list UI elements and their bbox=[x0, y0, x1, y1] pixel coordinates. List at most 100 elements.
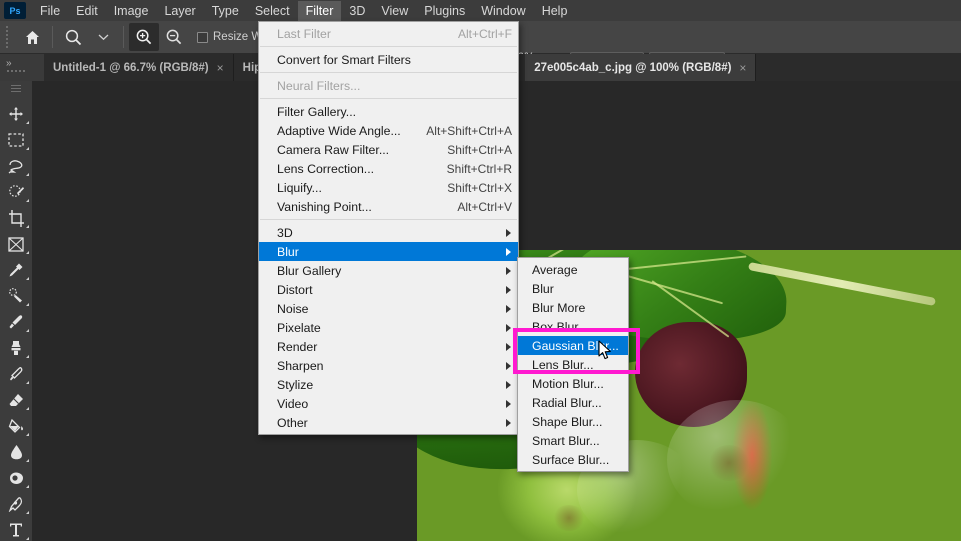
menu-item-camera-raw-filter[interactable]: Camera Raw Filter... Shift+Ctrl+A bbox=[259, 140, 518, 159]
close-icon[interactable]: × bbox=[217, 61, 224, 75]
healing-brush-tool[interactable] bbox=[0, 283, 32, 309]
eyedropper-tool[interactable] bbox=[0, 257, 32, 283]
tool-more-corner bbox=[26, 277, 29, 280]
move-tool[interactable] bbox=[0, 101, 32, 127]
checkbox-box[interactable] bbox=[197, 31, 208, 43]
menu-item-adaptive-wide-angle[interactable]: Adaptive Wide Angle... Alt+Shift+Ctrl+A bbox=[259, 121, 518, 140]
submenu-item-shape-blur[interactable]: Shape Blur... bbox=[518, 412, 628, 431]
submenu-item-motion-blur[interactable]: Motion Blur... bbox=[518, 374, 628, 393]
menu-help[interactable]: Help bbox=[534, 1, 576, 21]
lasso-tool[interactable] bbox=[0, 153, 32, 179]
quick-selection-tool[interactable] bbox=[0, 179, 32, 205]
menu-item-blur[interactable]: Blur bbox=[259, 242, 518, 261]
menu-item-other[interactable]: Other bbox=[259, 413, 518, 432]
menu-item-vanishing-point[interactable]: Vanishing Point... Alt+Ctrl+V bbox=[259, 197, 518, 216]
chevron-right-icon bbox=[506, 304, 511, 313]
menu-image[interactable]: Image bbox=[106, 1, 157, 21]
menu-item-label: 3D bbox=[277, 225, 293, 240]
fig-dimple bbox=[707, 445, 751, 481]
chevron-down-icon[interactable] bbox=[88, 23, 118, 51]
chevron-right-icon bbox=[506, 399, 511, 408]
eraser-tool[interactable] bbox=[0, 387, 32, 413]
filter-dropdown-menu[interactable]: Last Filter Alt+Ctrl+F Convert for Smart… bbox=[258, 21, 519, 435]
menu-item-sharpen[interactable]: Sharpen bbox=[259, 356, 518, 375]
clone-stamp-tool[interactable] bbox=[0, 335, 32, 361]
submenu-item-average[interactable]: Average bbox=[518, 260, 628, 279]
menu-file[interactable]: File bbox=[32, 1, 68, 21]
chevron-right-icon bbox=[506, 342, 511, 351]
marquee-tool[interactable] bbox=[0, 127, 32, 153]
options-bar-grip[interactable] bbox=[3, 25, 12, 49]
type-tool[interactable] bbox=[0, 517, 32, 541]
zoom-in-icon[interactable] bbox=[129, 23, 159, 51]
menu-select[interactable]: Select bbox=[247, 1, 298, 21]
menu-item-noise[interactable]: Noise bbox=[259, 299, 518, 318]
photoshop-logo-icon: Ps bbox=[4, 2, 26, 19]
submenu-item-blur-more[interactable]: Blur More bbox=[518, 298, 628, 317]
close-icon[interactable]: × bbox=[739, 61, 746, 75]
tool-more-corner bbox=[26, 459, 29, 462]
chevrons-right-icon[interactable]: » bbox=[6, 58, 12, 69]
tab-title: Untitled-1 @ 66.7% (RGB/8#) bbox=[53, 61, 209, 74]
menu-item-liquify[interactable]: Liquify... Shift+Ctrl+X bbox=[259, 178, 518, 197]
menu-item-label: Video bbox=[277, 396, 309, 411]
submenu-item-smart-blur[interactable]: Smart Blur... bbox=[518, 431, 628, 450]
zoom-out-icon[interactable] bbox=[159, 23, 189, 51]
blur-submenu[interactable]: Average Blur Blur More Box Blur... Gauss… bbox=[517, 257, 629, 472]
menu-separator bbox=[260, 98, 517, 99]
chevron-right-icon bbox=[506, 285, 511, 294]
menu-item-label: Camera Raw Filter... bbox=[277, 142, 390, 157]
menu-item-filter-gallery[interactable]: Filter Gallery... bbox=[259, 102, 518, 121]
menu-item-pixelate[interactable]: Pixelate bbox=[259, 318, 518, 337]
menu-item-distort[interactable]: Distort bbox=[259, 280, 518, 299]
tool-more-corner bbox=[26, 355, 29, 358]
tools-panel-grip[interactable] bbox=[0, 85, 32, 97]
history-brush-tool[interactable] bbox=[0, 361, 32, 387]
blur-tool[interactable] bbox=[0, 439, 32, 465]
menu-item-label: Vanishing Point... bbox=[277, 199, 372, 214]
pen-tool[interactable] bbox=[0, 491, 32, 517]
dodge-tool[interactable] bbox=[0, 465, 32, 491]
menu-item-neural-filters[interactable]: Neural Filters... bbox=[259, 76, 518, 95]
menu-item-shortcut: Shift+Ctrl+A bbox=[447, 142, 512, 157]
document-tab-27e005c4ab[interactable]: 27e005c4ab_c.jpg @ 100% (RGB/8#) × bbox=[525, 54, 757, 81]
tool-more-corner bbox=[26, 147, 29, 150]
menu-plugins[interactable]: Plugins bbox=[416, 1, 473, 21]
crop-tool[interactable] bbox=[0, 205, 32, 231]
submenu-item-blur[interactable]: Blur bbox=[518, 279, 628, 298]
divider bbox=[52, 26, 53, 48]
menu-item-shortcut: Alt+Shift+Ctrl+A bbox=[426, 123, 512, 138]
menu-3d[interactable]: 3D bbox=[341, 1, 373, 21]
gradient-tool[interactable] bbox=[0, 413, 32, 439]
menu-item-3d[interactable]: 3D bbox=[259, 223, 518, 242]
panel-expand-toggle[interactable]: » bbox=[0, 54, 44, 81]
chevron-right-icon bbox=[506, 228, 511, 237]
menu-item-label: Surface Blur... bbox=[532, 452, 610, 467]
brush-tool[interactable] bbox=[0, 309, 32, 335]
menu-view[interactable]: View bbox=[373, 1, 416, 21]
menu-item-video[interactable]: Video bbox=[259, 394, 518, 413]
menu-item-last-filter[interactable]: Last Filter Alt+Ctrl+F bbox=[259, 24, 518, 43]
menu-filter[interactable]: Filter bbox=[297, 0, 342, 21]
menu-window[interactable]: Window bbox=[473, 1, 533, 21]
submenu-item-box-blur[interactable]: Box Blur... bbox=[518, 317, 628, 336]
menu-item-blur-gallery[interactable]: Blur Gallery bbox=[259, 261, 518, 280]
menu-bar: Ps File Edit Image Layer Type Select Fil… bbox=[0, 0, 961, 21]
menu-item-render[interactable]: Render bbox=[259, 337, 518, 356]
document-tab-untitled-1[interactable]: Untitled-1 @ 66.7% (RGB/8#) × bbox=[44, 54, 234, 81]
mouse-pointer bbox=[598, 340, 613, 364]
zoom-tool-icon[interactable] bbox=[58, 23, 88, 51]
submenu-item-radial-blur[interactable]: Radial Blur... bbox=[518, 393, 628, 412]
menu-edit[interactable]: Edit bbox=[68, 1, 106, 21]
menu-layer[interactable]: Layer bbox=[156, 1, 203, 21]
menu-type[interactable]: Type bbox=[204, 1, 247, 21]
menu-item-lens-correction[interactable]: Lens Correction... Shift+Ctrl+R bbox=[259, 159, 518, 178]
menu-item-stylize[interactable]: Stylize bbox=[259, 375, 518, 394]
submenu-item-surface-blur[interactable]: Surface Blur... bbox=[518, 450, 628, 469]
home-icon[interactable] bbox=[17, 23, 47, 51]
frame-tool[interactable] bbox=[0, 231, 32, 257]
menu-separator bbox=[260, 46, 517, 47]
tool-more-corner bbox=[26, 329, 29, 332]
menu-item-convert-for-smart-filters[interactable]: Convert for Smart Filters bbox=[259, 50, 518, 69]
menu-item-shortcut: Shift+Ctrl+X bbox=[447, 180, 512, 195]
